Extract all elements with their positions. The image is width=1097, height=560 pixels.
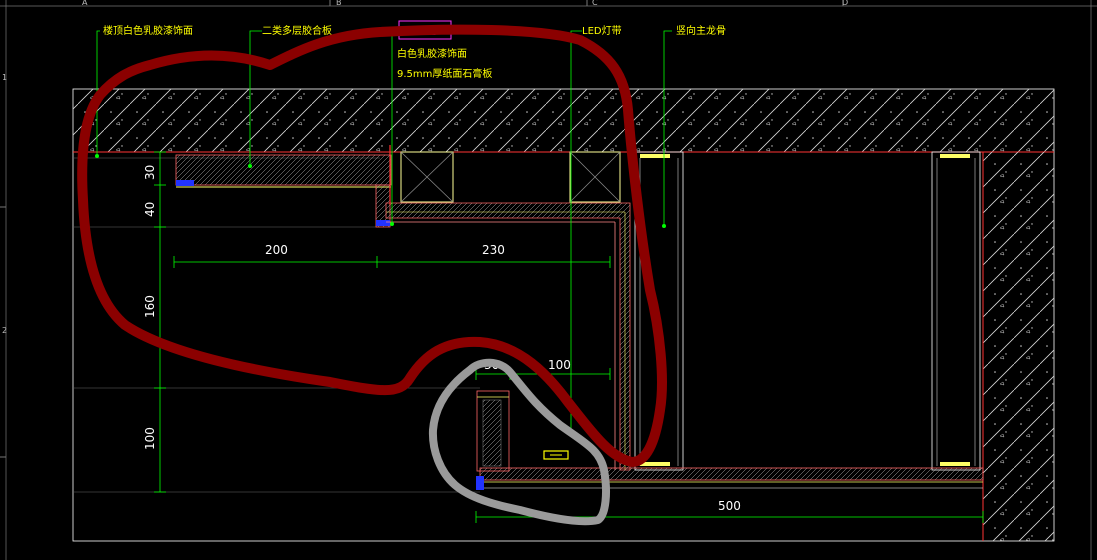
bottom-ceiling-board	[476, 467, 984, 490]
dim-230: 230	[482, 243, 505, 257]
dim-100-vertical: 100	[143, 427, 157, 450]
pt-desc-line1: 白色乳胶漆饰面	[397, 47, 467, 60]
hanger-box-right	[569, 151, 621, 203]
dim-100-horizontal: 100	[548, 358, 571, 372]
pt-desc-line2: 9.5mm厚纸面石膏板	[397, 67, 492, 80]
grid-col-a: A	[82, 0, 88, 7]
grid-row-2: 2	[2, 326, 7, 335]
led-label: LED灯带	[582, 25, 622, 37]
keel-frame	[634, 151, 981, 471]
upper-ceiling-step	[175, 154, 392, 228]
concrete-wall	[983, 152, 1054, 541]
dim-500: 500	[718, 499, 741, 513]
concrete-slab	[73, 89, 1054, 152]
dim-40-vertical: 40	[143, 202, 157, 217]
bottom-return-detail	[476, 390, 569, 472]
grid-col-b: B	[336, 0, 342, 7]
dim-160-vertical: 160	[143, 295, 157, 318]
dim-30-vertical: 30	[143, 165, 157, 180]
grid-col-d: D	[842, 0, 848, 7]
gray-markup-cloud	[428, 358, 610, 526]
keel-label: 竖向主龙骨	[676, 24, 726, 37]
ceiling-finish-label: 楼顶白色乳胶漆饰面	[103, 24, 193, 37]
grid-row-1: 1	[2, 73, 7, 82]
cad-drawing: A B C D 1 2 楼顶白色乳胶漆饰面 二类多层胶合板 PT 01 白色乳胶…	[0, 0, 1097, 560]
hanger-box-left	[400, 151, 454, 203]
plywood-label: 二类多层胶合板	[262, 24, 332, 37]
grid-col-c: C	[592, 0, 598, 7]
dim-200: 200	[265, 243, 288, 257]
